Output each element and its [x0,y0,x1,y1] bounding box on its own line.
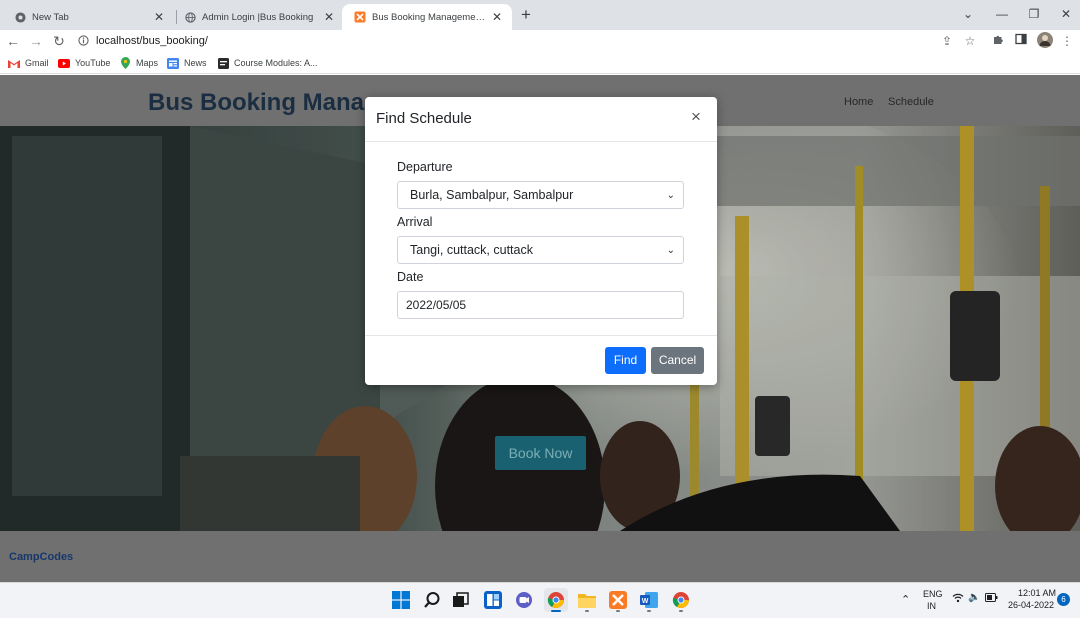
maps-icon [119,57,131,69]
find-button[interactable]: Find [605,347,646,374]
info-icon[interactable] [76,34,90,48]
bookmark-youtube[interactable]: YouTube [58,56,110,70]
news-icon [167,57,179,69]
forward-icon[interactable]: → [27,32,45,50]
tab-new-tab[interactable]: New Tab ✕ [2,4,174,30]
language-indicator-bottom[interactable]: IN [927,601,936,611]
page-viewport: Bus Booking Mana Home Schedule Book Now … [0,75,1080,582]
minimize-button[interactable]: — [990,5,1014,23]
side-panel-icon[interactable] [1012,32,1030,50]
close-icon[interactable]: ✕ [322,10,336,24]
modal-title: Find Schedule [376,110,472,127]
notification-badge[interactable]: 6 [1057,593,1070,606]
modal-header-divider [365,141,717,142]
chat-icon[interactable] [512,588,536,612]
bookmark-label: Gmail [25,58,49,68]
back-icon[interactable]: ← [4,32,22,50]
tab-admin-login[interactable]: Admin Login |Bus Booking ✕ [172,4,344,30]
browser-toolbar: ← → ↻ localhost/bus_booking/ ⇪ ☆ ⋮ [0,30,1080,52]
wifi-icon[interactable] [952,593,964,606]
chevron-down-icon: ⌄ [666,189,675,201]
departure-label: Departure [397,160,453,174]
find-schedule-modal: Find Schedule × Departure Burla, Sambalp… [365,97,717,385]
arrival-selected-value: Tangi, cuttack, cuttack [410,243,533,257]
running-app-indicator [647,610,651,612]
gmail-icon [8,57,20,69]
close-icon[interactable]: ✕ [152,10,166,24]
xampp-app-icon[interactable] [606,588,630,612]
tab-title: Admin Login |Bus Booking [202,11,314,23]
running-app-indicator [585,610,589,612]
cancel-button[interactable]: Cancel [651,347,704,374]
tab-search-icon[interactable]: ⌄ [956,5,980,23]
bookmark-course-modules[interactable]: Course Modules: A... [217,56,318,70]
menu-dots-icon[interactable]: ⋮ [1058,32,1076,50]
task-view-icon[interactable] [449,588,473,612]
chevron-down-icon: ⌄ [666,244,675,256]
clock-date[interactable]: 26-04-2022 [1008,600,1054,610]
bookmark-label: YouTube [75,58,111,68]
tab-bus-booking[interactable]: Bus Booking Management System ✕ [342,4,512,30]
date-label: Date [397,270,424,284]
bookmark-label: Maps [136,58,159,68]
language-indicator-top[interactable]: ENG [923,589,943,599]
tab-strip: New Tab ✕ Admin Login |Bus Booking ✕ Bus… [0,0,1080,30]
share-icon[interactable]: ⇪ [938,32,956,50]
file-explorer-icon[interactable] [575,588,599,612]
taskbar-chrome-icon[interactable] [544,588,568,612]
url-text: localhost/bus_booking/ [96,34,208,47]
search-icon[interactable] [420,588,444,612]
window-close-button[interactable]: ✕ [1054,5,1078,23]
tab-title: New Tab [32,11,69,23]
bookmark-star-icon[interactable]: ☆ [961,32,979,50]
clock-time[interactable]: 12:01 AM [1018,588,1056,598]
xampp-icon [354,11,366,23]
svg-text:W: W [642,598,649,605]
arrival-label: Arrival [397,215,433,229]
modal-footer-divider [365,335,717,336]
close-icon[interactable]: ✕ [490,10,504,24]
course-icon [217,57,229,69]
running-app-indicator [679,610,683,612]
bookmarks-bar: Gmail YouTube Maps News Course Modules: … [0,52,1080,74]
running-app-indicator [616,610,620,612]
word-icon[interactable]: W [637,588,661,612]
address-bar[interactable]: localhost/bus_booking/ [76,30,986,51]
bookmark-news[interactable]: News [167,56,207,70]
tab-title: Bus Booking Management System [372,11,490,23]
bookmark-maps[interactable]: Maps [119,56,158,70]
close-icon[interactable]: × [691,108,701,126]
bookmark-label: News [184,58,207,68]
chrome-icon [14,11,26,23]
youtube-icon [58,57,70,69]
globe-icon [184,11,196,23]
extensions-icon[interactable] [989,32,1007,50]
volume-icon[interactable]: 🔈 [968,592,980,603]
windows-taskbar: W ⌃ ENG IN 🔈 12:01 AM 26-04-2022 6 [0,582,1080,618]
arrival-select[interactable]: Tangi, cuttack, cuttack ⌄ [397,236,684,264]
profile-avatar[interactable] [1036,32,1054,50]
new-tab-button[interactable]: + [516,6,536,26]
departure-select[interactable]: Burla, Sambalpur, Sambalpur ⌄ [397,181,684,209]
windows-start-icon[interactable] [389,588,413,612]
battery-icon[interactable] [985,593,998,604]
date-field[interactable] [397,291,684,319]
chevron-up-icon[interactable]: ⌃ [901,593,910,606]
reload-icon[interactable]: ↻ [50,32,68,50]
bookmark-gmail[interactable]: Gmail [8,56,49,70]
departure-selected-value: Burla, Sambalpur, Sambalpur [410,188,574,202]
active-app-indicator [551,610,561,612]
bookmark-label: Course Modules: A... [234,58,318,68]
chrome-profile-icon[interactable] [669,588,693,612]
widgets-icon[interactable] [481,588,505,612]
maximize-button[interactable]: ❐ [1022,5,1046,23]
